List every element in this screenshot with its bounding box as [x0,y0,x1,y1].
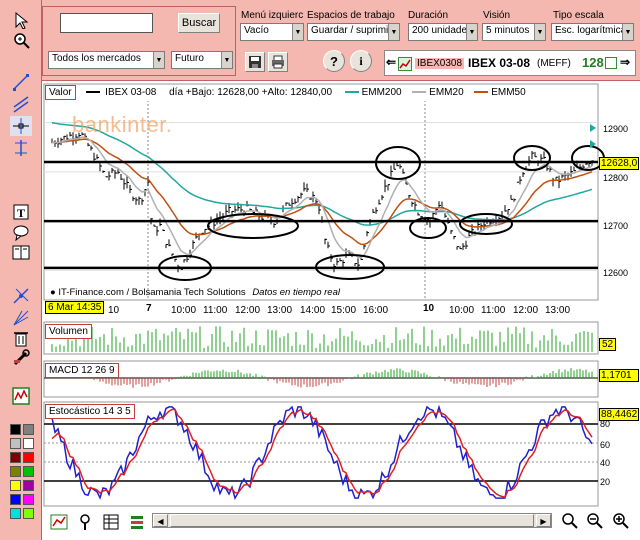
ruler-icon[interactable] [74,512,96,532]
x-label: 12:00 [513,305,539,316]
x-label: 14:00 [300,305,326,316]
legend-ema20-name: EMM20 [429,87,464,98]
zoom-in-icon[interactable] [609,510,631,530]
horizontal-scrollbar[interactable]: ◀ ▶ [152,513,552,528]
zoom-out-icon[interactable] [583,510,605,530]
x-label: 11:00 [203,305,228,316]
zoom-fit-icon[interactable] [558,510,580,530]
macd-last-tag: 1,1701 [599,369,639,382]
watermark-logo: bankinter. [72,112,173,137]
x-label: 10:00 [449,305,475,316]
legend-ema50-name: EMM50 [491,87,526,98]
price-ytick: 12900 [603,124,629,134]
legend-ema20-swatch [412,91,427,94]
x-label: 12:00 [235,305,261,316]
x-label: 10:00 [171,305,197,316]
table-icon[interactable] [100,512,122,532]
x-label: 10 [108,305,120,316]
volume-last-tag: 52 [599,338,617,351]
layers-icon[interactable] [126,512,148,532]
x-label: 13:00 [267,305,293,316]
date-tag: 6 Mar 14:35 [45,301,105,314]
price-ytick: 12600 [603,268,629,278]
scroll-right-icon[interactable]: ▶ [536,514,551,527]
x-label: 10 [423,303,435,314]
x-label: 15:00 [331,305,357,316]
chart-canvas[interactable] [0,0,640,540]
stoch-ytick: 20 [600,477,611,487]
price-panel-header: Valor IBEX 03-08 día +Bajo: 12628,00 +Al… [45,85,595,101]
legend-price-name: IBEX 03-08 [105,87,157,98]
x-label: 7 [146,303,152,314]
last-price-tag: 12628,0 [599,157,639,170]
x-label: 11:00 [481,305,506,316]
legend-ema50-swatch [474,91,489,94]
price-ytick: 12800 [603,173,629,183]
volume-panel-frame [43,321,599,355]
stoch-ytick: 40 [600,458,611,468]
stoch-ytick: 60 [600,440,611,450]
x-label: 16:00 [363,305,389,316]
price-range-text: día +Bajo: 12628,00 +Alto: 12840,00 [169,87,333,98]
legend-ema200-swatch [344,91,359,94]
scroll-thumb[interactable] [170,514,534,527]
scroll-left-icon[interactable]: ◀ [153,514,168,527]
price-ytick: 12700 [603,221,629,231]
chart-type-icon[interactable] [48,512,70,532]
volume-panel-label: Volumen [45,324,92,339]
stoch-ytick: 80 [600,419,611,429]
macd-panel-label: MACD 12 26 9 [45,363,119,378]
stoch-panel-label: Estocástico 14 3 5 [45,404,135,419]
legend-price-swatch [86,91,101,94]
source-label: IT-Finance.com / Bolsamania Tech Solutio… [58,287,246,298]
source-icon: ● [50,287,56,298]
legend-ema200-name: EMM200 [361,87,402,98]
realtime-label: Datos en tiempo real [252,287,340,298]
source-text: ● IT-Finance.com / Bolsamania Tech Solut… [50,287,340,298]
x-label: 13:00 [545,305,571,316]
price-panel-label: Valor [45,85,76,100]
